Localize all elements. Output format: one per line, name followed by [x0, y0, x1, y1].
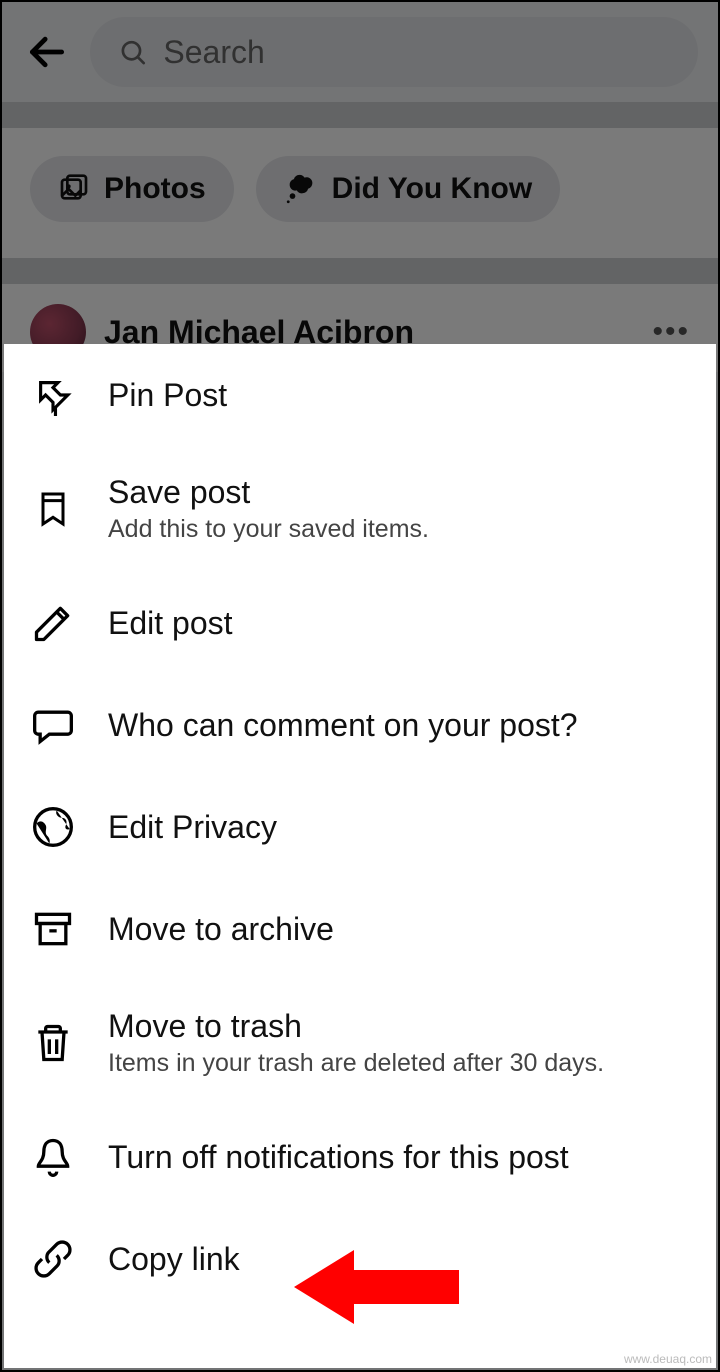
edit-privacy-item[interactable]: Edit Privacy	[4, 776, 716, 878]
edit-post-item[interactable]: Edit post	[4, 572, 716, 674]
who-can-comment-item[interactable]: Who can comment on your post?	[4, 674, 716, 776]
turn-off-notifications-item[interactable]: Turn off notifications for this post	[4, 1106, 716, 1208]
move-to-trash-subtitle: Items in your trash are deleted after 30…	[108, 1049, 604, 1078]
edit-privacy-label: Edit Privacy	[108, 809, 277, 846]
copy-link-item[interactable]: Copy link	[4, 1208, 716, 1310]
pin-icon	[32, 374, 74, 416]
move-to-trash-item[interactable]: Move to trash Items in your trash are de…	[4, 980, 716, 1106]
pin-post-item[interactable]: Pin Post	[4, 344, 716, 446]
link-icon	[31, 1237, 75, 1281]
copy-link-label: Copy link	[108, 1241, 240, 1278]
bookmark-icon	[33, 487, 73, 531]
bell-icon	[31, 1135, 75, 1179]
save-post-label: Save post	[108, 474, 429, 511]
edit-post-label: Edit post	[108, 605, 233, 642]
turn-off-notifications-label: Turn off notifications for this post	[108, 1139, 569, 1176]
archive-icon	[31, 907, 75, 951]
move-to-archive-label: Move to archive	[108, 911, 334, 948]
globe-icon	[31, 805, 75, 849]
comment-icon	[31, 703, 75, 747]
save-post-subtitle: Add this to your saved items.	[108, 515, 429, 544]
move-to-archive-item[interactable]: Move to archive	[4, 878, 716, 980]
action-sheet: Pin Post Save post Add this to your save…	[4, 344, 716, 1368]
pin-post-label: Pin Post	[108, 377, 227, 414]
watermark: www.deuaq.com	[624, 1352, 712, 1366]
who-can-comment-label: Who can comment on your post?	[108, 707, 578, 744]
trash-icon	[31, 1021, 75, 1065]
move-to-trash-label: Move to trash	[108, 1008, 604, 1045]
pencil-icon	[31, 601, 75, 645]
save-post-item[interactable]: Save post Add this to your saved items.	[4, 446, 716, 572]
